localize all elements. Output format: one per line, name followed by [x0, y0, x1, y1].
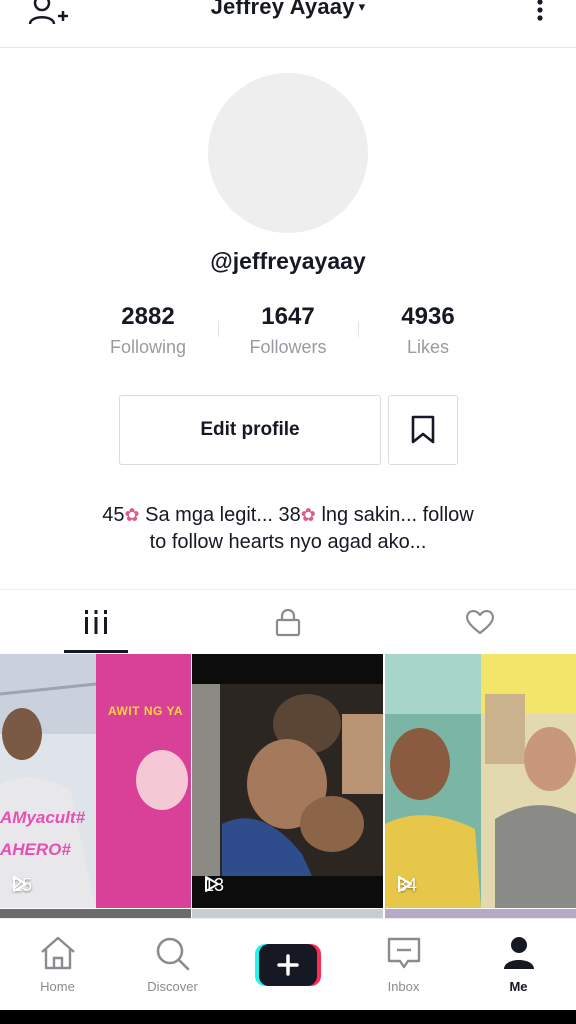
- thumbnail-image: [385, 654, 576, 908]
- inbox-icon: [387, 937, 420, 969]
- nav-me[interactable]: Me: [461, 919, 576, 1011]
- play-icon: [205, 876, 219, 892]
- heart-icon: [466, 609, 494, 635]
- thumbnail-image: [0, 654, 191, 908]
- video-thumbnail[interactable]: [385, 909, 576, 918]
- likes-count: 4936: [401, 303, 455, 330]
- account-name: Jeffrey Ayaay: [210, 0, 355, 19]
- plus-icon: [255, 944, 321, 986]
- video-overlay-text: AWIT NG YA: [108, 704, 184, 718]
- username: @jeffreyayaay: [210, 248, 366, 274]
- bottom-navigation: Home Discover Inbox Me: [0, 918, 576, 1010]
- view-count: 25: [12, 875, 32, 896]
- grid-icon: [85, 610, 107, 634]
- chevron-down-icon: ▾: [358, 0, 366, 14]
- bio-text: to follow hearts nyo agad ako...: [149, 531, 427, 553]
- play-icon: [398, 876, 412, 892]
- tab-private[interactable]: [192, 590, 384, 654]
- stat-followers[interactable]: 1647 Followers: [218, 303, 358, 358]
- favorites-button[interactable]: [388, 395, 458, 465]
- video-thumbnail[interactable]: [192, 909, 383, 918]
- search-icon: [156, 937, 189, 971]
- nav-discover[interactable]: Discover: [115, 919, 230, 1011]
- video-grid: AWIT NG YA AMyacult# AHERO# 25 13 34: [0, 654, 576, 918]
- video-thumbnail[interactable]: AWIT NG YA AMyacult# AHERO# 25: [0, 654, 191, 908]
- followers-count: 1647: [261, 303, 315, 330]
- bio-text: 45: [102, 504, 125, 526]
- content-tabs: [0, 589, 576, 653]
- video-overlay-text: AHERO#: [0, 840, 71, 859]
- profile-stats: 2882 Following 1647 Followers 4936 Likes: [78, 303, 498, 365]
- bio-text: Sa mga legit... 38: [139, 504, 301, 526]
- following-label: Following: [109, 337, 187, 357]
- flower-emoji-icon: ✿: [300, 505, 316, 525]
- video-thumbnail[interactable]: 34: [385, 654, 576, 908]
- thumbnail-image: [192, 654, 383, 908]
- followers-label: Followers: [249, 337, 327, 357]
- view-count: 13: [204, 875, 224, 896]
- edit-profile-button[interactable]: Edit profile: [119, 395, 381, 465]
- video-thumbnail[interactable]: [0, 909, 191, 918]
- account-switcher[interactable]: Jeffrey Ayaay ▾: [0, 0, 576, 20]
- nav-inbox[interactable]: Inbox: [346, 919, 461, 1011]
- tab-videos[interactable]: [0, 590, 192, 654]
- tab-liked[interactable]: [384, 590, 576, 654]
- profile-bio: 45✿ Sa mga legit... 38✿ lng sakin... fol…: [40, 502, 536, 556]
- stat-following[interactable]: 2882 Following: [78, 303, 218, 358]
- nav-label: Home: [40, 979, 75, 994]
- system-bar: [0, 1010, 576, 1024]
- avatar[interactable]: [208, 73, 368, 233]
- nav-label: Discover: [147, 979, 198, 994]
- top-bar: Jeffrey Ayaay ▾: [0, 0, 576, 48]
- video-overlay-text: AMyacult#: [0, 808, 86, 827]
- likes-label: Likes: [406, 337, 450, 357]
- more-options-icon[interactable]: [534, 0, 546, 26]
- bio-text: lng sakin... follow: [315, 504, 474, 526]
- profile-icon: [503, 937, 534, 969]
- nav-home[interactable]: Home: [0, 919, 115, 1011]
- active-tab-indicator: [64, 650, 128, 653]
- nav-label: Me: [509, 979, 528, 994]
- bookmark-icon: [411, 415, 435, 444]
- stat-likes[interactable]: 4936 Likes: [358, 303, 498, 358]
- play-icon: [13, 876, 27, 892]
- nav-label: Inbox: [387, 979, 420, 994]
- video-thumbnail[interactable]: 13: [192, 654, 383, 908]
- lock-icon: [275, 608, 301, 637]
- following-count: 2882: [121, 303, 175, 330]
- create-video-button[interactable]: [255, 944, 321, 986]
- view-count: 34: [397, 875, 417, 896]
- flower-emoji-icon: ✿: [124, 505, 140, 525]
- home-icon: [40, 936, 75, 970]
